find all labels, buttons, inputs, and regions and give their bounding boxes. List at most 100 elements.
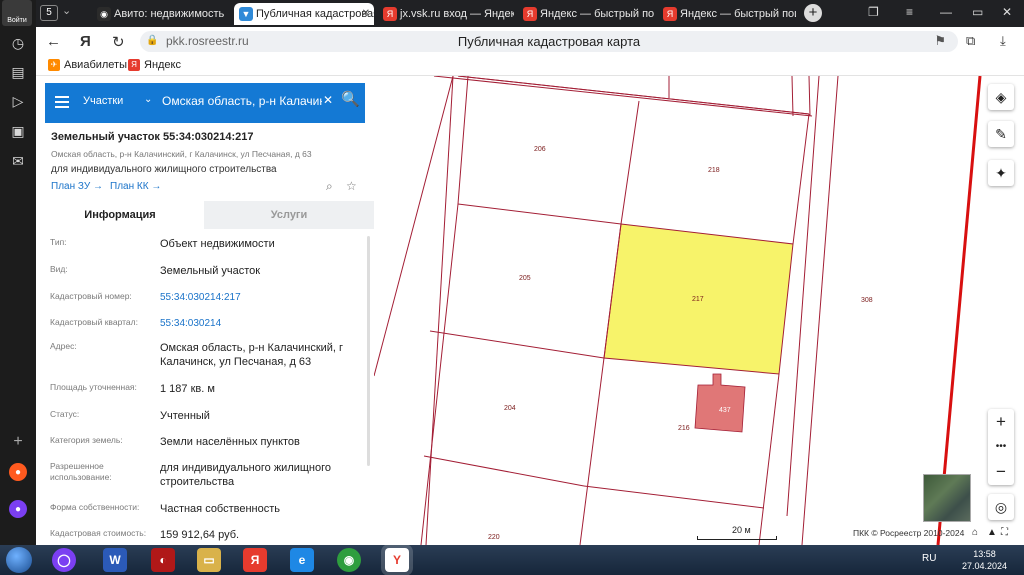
- parcel-label: 217: [692, 296, 704, 303]
- tab-vsk[interactable]: Я jx.vsk.ru вход — Яндекс: [378, 3, 514, 25]
- cadastral-quarter-link[interactable]: 55:34:030214: [160, 317, 360, 331]
- home-icon[interactable]: ⌂: [972, 527, 978, 538]
- scale-bar: [697, 536, 777, 540]
- ie-app-icon[interactable]: e: [290, 548, 314, 572]
- tab-yandex-2[interactable]: Я Яндекс — быстрый пои: [658, 3, 796, 25]
- search-icon[interactable]: 🔍: [341, 90, 360, 108]
- parcel-label: 216: [678, 425, 690, 432]
- yandex-services-icon[interactable]: ●: [9, 463, 27, 481]
- search-input[interactable]: Омская область, р-н Калачин: [162, 94, 322, 108]
- bookmark-icon[interactable]: ⚑: [934, 33, 946, 49]
- profile-button[interactable]: Войти: [2, 0, 32, 26]
- info-panel: Участки ⌄ Омская область, р-н Калачин ✕ …: [36, 76, 374, 545]
- search-bar: Участки ⌄ Омская область, р-н Калачин ✕ …: [45, 83, 365, 123]
- chevron-down-icon[interactable]: ⌄: [144, 94, 152, 105]
- messenger-icon[interactable]: ✉: [8, 151, 28, 171]
- play-icon[interactable]: ▷: [8, 91, 28, 111]
- media-app-icon[interactable]: ◐: [151, 548, 175, 572]
- tab-counter[interactable]: 5: [40, 5, 58, 21]
- word-app-icon[interactable]: W: [103, 548, 127, 572]
- star-icon[interactable]: ☆: [346, 179, 357, 193]
- yandex-home-icon[interactable]: Я: [80, 33, 91, 50]
- tab-strip: 5 ⌄ ◉ Авито: недвижимость ▼ Публичная ка…: [36, 0, 1024, 27]
- tab-information[interactable]: Информация: [36, 201, 204, 229]
- close-window-icon[interactable]: ✕: [1002, 5, 1012, 19]
- search-on-map-icon[interactable]: ⌕: [326, 179, 333, 194]
- ruler-button[interactable]: ✎: [988, 121, 1014, 147]
- language-indicator[interactable]: RU: [922, 553, 936, 564]
- zoom-out-button[interactable]: −: [988, 459, 1014, 484]
- menu-icon[interactable]: [55, 96, 69, 111]
- yandex-icon: Я: [383, 7, 397, 21]
- tab-services[interactable]: Услуги: [204, 201, 374, 229]
- folder-app-icon[interactable]: ▭: [197, 548, 221, 572]
- tab-avito[interactable]: ◉ Авито: недвижимость: [92, 3, 230, 25]
- menu-icon[interactable]: ≡: [906, 5, 913, 19]
- parcel-title: Земельный участок 55:34:030214:217: [51, 131, 254, 143]
- cadastral-number-link[interactable]: 55:34:030214:217: [160, 291, 360, 305]
- plan-zu-link[interactable]: План ЗУ →: [51, 181, 103, 192]
- bookmarks-bar: ✈ Авиабилеты Я Яндекс: [36, 56, 1024, 76]
- clear-icon[interactable]: ✕: [323, 93, 333, 107]
- close-icon[interactable]: ✕: [362, 3, 370, 25]
- chevron-down-icon[interactable]: ⌄: [62, 4, 71, 17]
- back-icon[interactable]: ←: [46, 33, 61, 50]
- plan-kk-link[interactable]: План КК →: [110, 181, 161, 192]
- zoom-controls: + ••• −: [988, 409, 1014, 485]
- parcel-address: Омская область, р-н Калачинский, г Калач…: [51, 149, 312, 159]
- parcel-label: 308: [861, 297, 873, 304]
- browser-side-panel: Войти ◷ ▤ ▷ ▣ ✉ + ● ●: [0, 0, 36, 545]
- parcel-use: для индивидуального жилищного строительс…: [51, 164, 277, 175]
- collections-icon[interactable]: ▤: [8, 62, 28, 82]
- cadastral-map[interactable]: 206 218 205 217 308 204 437 216 220 ◈ ✎ …: [374, 76, 1024, 545]
- tab-cadastral-map[interactable]: ▼ Публичная кадастровая ✕: [234, 3, 374, 25]
- address-bar: ← Я ↻ 🔒 pkk.rosreestr.ru Публичная кадас…: [36, 27, 1024, 56]
- tab-yandex-1[interactable]: Я Яндекс — быстрый пои: [518, 3, 654, 25]
- avito-icon: ◉: [97, 7, 111, 21]
- download-icon[interactable]: ⤓: [1000, 33, 1006, 49]
- add-panel-icon[interactable]: +: [8, 432, 28, 452]
- start-button[interactable]: [6, 547, 32, 573]
- search-type-select[interactable]: Участки: [83, 95, 123, 107]
- tray-clock[interactable]: 13:58 27.04.2024: [962, 548, 1007, 572]
- layers-button[interactable]: ◈: [988, 84, 1014, 110]
- history-icon[interactable]: ◷: [8, 33, 28, 53]
- parcel-label: 220: [488, 534, 500, 541]
- satellite-minimap[interactable]: [923, 474, 971, 522]
- reload-icon[interactable]: ↻: [112, 33, 125, 51]
- flights-icon: ✈: [48, 59, 60, 71]
- parcel-label: 206: [534, 146, 546, 153]
- maximize-icon[interactable]: ▭: [972, 5, 983, 19]
- locate-button[interactable]: ✦: [988, 160, 1014, 186]
- panel-tabs: Информация Услуги: [36, 201, 374, 229]
- yandex-icon: Я: [663, 7, 677, 21]
- alice-icon[interactable]: ●: [9, 500, 27, 518]
- tab-counter-icon[interactable]: ▣: [8, 121, 28, 141]
- building-437[interactable]: [694, 373, 746, 433]
- yandex-icon: Я: [523, 7, 537, 21]
- yandex-icon: Я: [128, 59, 140, 71]
- yandex-browser-app-icon[interactable]: Y: [385, 548, 409, 572]
- rosreestr-icon: ▼: [239, 7, 253, 21]
- bookmark-flights[interactable]: ✈ Авиабилеты: [48, 59, 127, 71]
- bookmark-yandex[interactable]: Я Яндекс: [128, 59, 181, 71]
- zoom-in-button[interactable]: +: [988, 409, 1014, 434]
- parcel-label: 437: [719, 407, 731, 414]
- parcel-label: 205: [519, 275, 531, 282]
- alice-app-icon[interactable]: ◯: [52, 548, 76, 572]
- panel-scrollbar[interactable]: [367, 236, 370, 466]
- more-icon[interactable]: •••: [988, 434, 1014, 459]
- extensions-icon[interactable]: ⧉: [966, 33, 975, 49]
- chrome-app-icon[interactable]: ◉: [337, 548, 361, 572]
- compass-button[interactable]: ◎: [988, 494, 1014, 520]
- os-taskbar: ◯ W ◐ ▭ Я e ◉ Y RU 13:58 27.04.2024: [0, 545, 1024, 575]
- new-tab-button[interactable]: +: [804, 4, 822, 22]
- url-field[interactable]: 🔒 pkk.rosreestr.ru Публичная кадастровая…: [140, 31, 958, 52]
- copyright: ПКК © Росреестр 2010-2024: [853, 528, 965, 538]
- tabs-icon[interactable]: ❐: [868, 5, 879, 19]
- scale-label: 20 м: [732, 525, 751, 535]
- minimize-icon[interactable]: —: [940, 5, 952, 19]
- yandex-app-icon[interactable]: Я: [243, 548, 267, 572]
- chevron-up-icon[interactable]: ▲: [987, 527, 997, 538]
- fullscreen-icon[interactable]: ⛶: [1001, 527, 1008, 538]
